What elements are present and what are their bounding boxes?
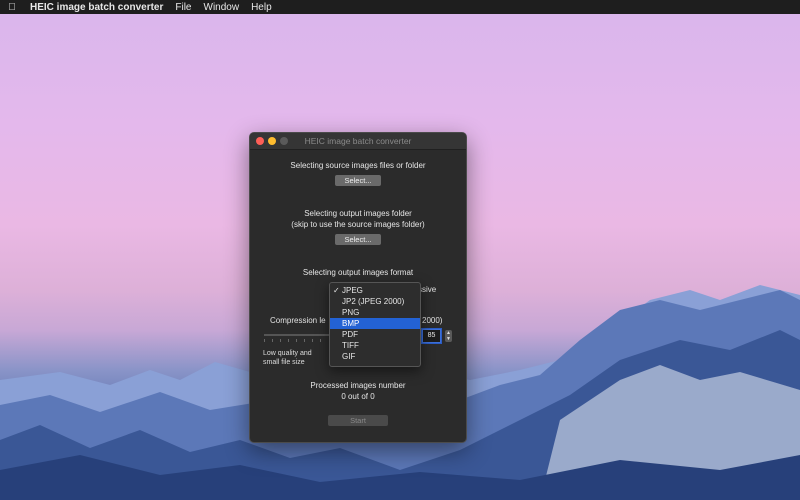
window-title: HEIC image batch converter: [304, 136, 412, 146]
format-option-tiff[interactable]: TIFF: [330, 340, 420, 351]
output-folder-sublabel: (skip to use the source images folder): [291, 220, 425, 229]
format-option-label: PNG: [342, 308, 360, 317]
quality-stepper[interactable]: ▲ ▼: [445, 330, 452, 342]
window-titlebar[interactable]: HEIC image batch converter: [250, 133, 466, 150]
select-output-folder-button[interactable]: Select...: [335, 234, 381, 245]
zoom-button[interactable]: [280, 137, 288, 145]
format-option-pdf[interactable]: PDF: [330, 329, 420, 340]
slider-tick: [312, 339, 313, 342]
close-button[interactable]: [256, 137, 264, 145]
format-label: Selecting output images format: [302, 268, 414, 277]
slider-tick: [304, 339, 305, 342]
slider-tick: [296, 339, 297, 342]
format-option-label: TIFF: [342, 341, 359, 350]
format-option-gif[interactable]: GIF: [330, 351, 420, 362]
checkmark-icon: ✓: [333, 286, 340, 295]
compression-suffix: 2000): [422, 316, 443, 325]
format-option-label: BMP: [342, 319, 360, 328]
format-option-label: PDF: [342, 330, 358, 339]
processed-count: 0 out of 0: [341, 392, 375, 401]
slider-tick: [280, 339, 281, 342]
stepper-down-icon[interactable]: ▼: [445, 336, 452, 342]
format-option-png[interactable]: PNG: [330, 307, 420, 318]
slider-tick: [288, 339, 289, 342]
output-folder-label: Selecting output images folder: [304, 209, 412, 218]
format-option-bmp[interactable]: BMP: [330, 318, 420, 329]
format-option-label: JP2 (JPEG 2000): [342, 297, 405, 306]
format-dropdown-menu[interactable]: ✓ JPEG JP2 (JPEG 2000) PNG BMP PDF TIFF …: [329, 282, 421, 367]
select-source-button[interactable]: Select...: [335, 175, 381, 186]
processed-label: Processed images number: [310, 381, 406, 390]
minimize-button[interactable]: [268, 137, 276, 145]
compression-label: Compression le: [270, 316, 326, 325]
source-label: Selecting source images files or folder: [290, 161, 426, 170]
low-quality-line1: Low quality and: [263, 350, 312, 357]
format-option-jp2[interactable]: JP2 (JPEG 2000): [330, 296, 420, 307]
format-option-jpeg[interactable]: ✓ JPEG: [330, 285, 420, 296]
format-option-label: JPEG: [342, 286, 363, 295]
start-button[interactable]: Start: [328, 415, 388, 426]
slider-tick: [272, 339, 273, 342]
slider-tick: [320, 339, 321, 342]
low-quality-line2: small file size: [263, 359, 305, 366]
low-quality-label: Low quality and small file size: [263, 349, 312, 367]
format-option-label: GIF: [342, 352, 356, 361]
quality-value-field[interactable]: 85: [422, 329, 441, 343]
slider-tick: [264, 339, 265, 342]
